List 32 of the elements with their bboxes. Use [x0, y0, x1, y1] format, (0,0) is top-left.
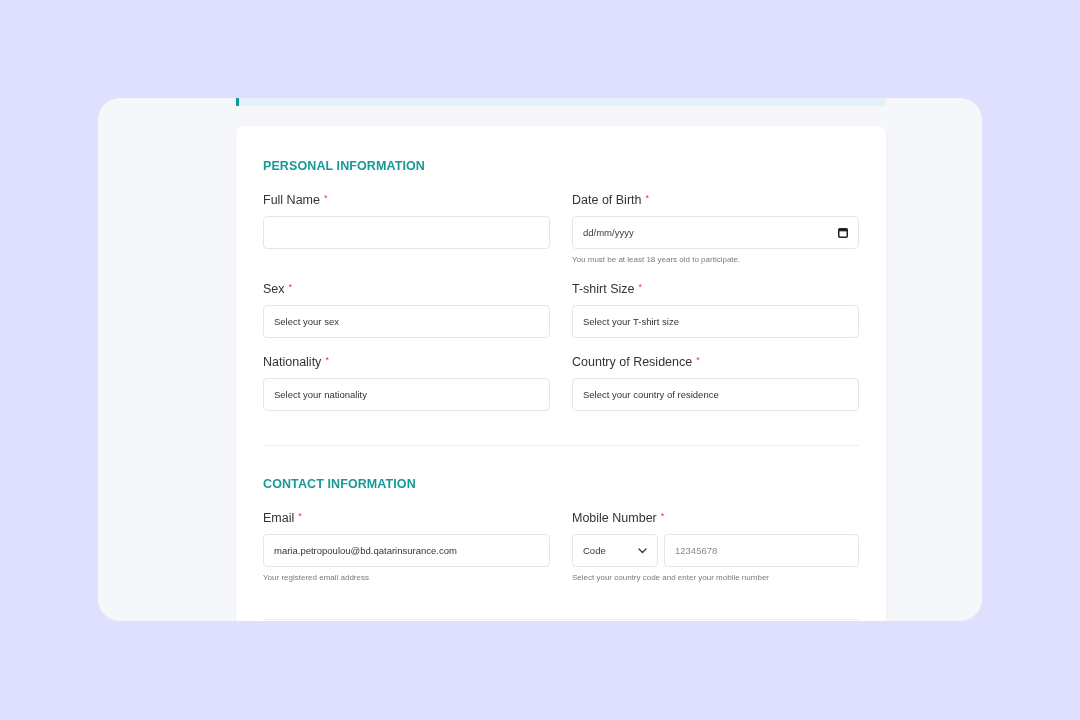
helper-text: Select your country code and enter your mobile number: [572, 572, 769, 583]
required-asterisk: *: [638, 281, 643, 293]
select-field[interactable]: Select your country of residence: [572, 378, 859, 411]
field-label: Nationality: [263, 354, 322, 370]
code-select[interactable]: Code: [572, 534, 658, 567]
field-label: Date of Birth: [572, 192, 642, 208]
section-heading: CONTACT INFORMATION: [263, 476, 416, 492]
phone-number-input[interactable]: 12345678: [664, 534, 859, 567]
select-field[interactable]: Select your T-shirt size: [572, 305, 859, 338]
select-field[interactable]: Select your nationality: [263, 378, 550, 411]
field-label: Sex: [263, 281, 285, 297]
field-label: Email: [263, 510, 295, 526]
date-input[interactable]: dd/mm/yyyy: [572, 216, 859, 249]
required-asterisk: *: [696, 354, 700, 366]
select-field[interactable]: Select your sex: [263, 305, 550, 338]
required-asterisk: *: [660, 510, 665, 522]
helper-text: Your registered email address: [263, 572, 369, 583]
required-asterisk: *: [645, 192, 649, 204]
helper-text: You must be at least 18 years old to participate.: [572, 254, 741, 265]
required-asterisk: *: [323, 192, 328, 204]
field-label: Full Name: [263, 192, 320, 208]
email-input[interactable]: maria.petropoulou@bd.qatarinsurance.com: [263, 534, 550, 567]
chevron-down-icon: [638, 547, 647, 554]
required-asterisk: *: [288, 281, 293, 293]
field-label: Country of Residence: [572, 354, 693, 370]
required-asterisk: *: [298, 510, 302, 522]
calendar-icon[interactable]: [838, 227, 848, 238]
section-heading: PERSONAL INFORMATION: [263, 158, 425, 174]
field-label: T-shirt Size: [572, 281, 635, 297]
required-asterisk: *: [325, 354, 329, 366]
text-input[interactable]: [263, 216, 550, 249]
field-label: Mobile Number: [572, 510, 657, 526]
